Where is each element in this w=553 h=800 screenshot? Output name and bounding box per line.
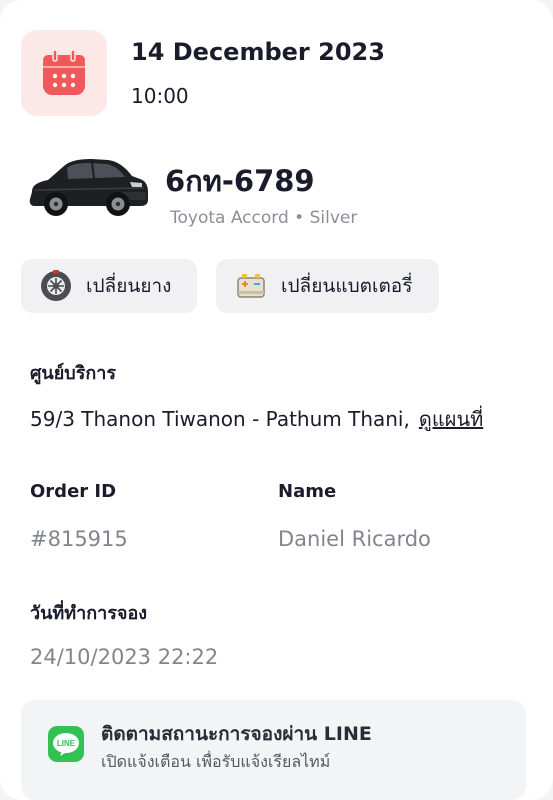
order-id-value: #815915 [30, 527, 128, 551]
booking-date-value: 24/10/2023 22:22 [30, 645, 219, 669]
service-center-address: 59/3 Thanon Tiwanon - Pathum Thani, [30, 407, 410, 431]
service-center-label: ศูนย์บริการ [30, 363, 117, 384]
view-map-link[interactable]: ดูแผนที่ [419, 407, 483, 431]
line-logo-icon: LINE [48, 726, 84, 762]
service-label: เปลี่ยนแบตเตอรี่ [281, 275, 413, 297]
line-notification-banner[interactable]: LINE ติดตามสถานะการจองผ่าน LINE เปิดแจ้ง… [21, 700, 526, 800]
booking-details-card: 14 December 2023 10:00 6กท-6789 Toyota A… [0, 0, 553, 800]
name-label: Name [278, 481, 337, 502]
service-chip-battery[interactable]: เปลี่ยนแบตเตอรี่ [216, 259, 439, 313]
appointment-date: 14 December 2023 [131, 38, 385, 66]
battery-icon [235, 270, 267, 302]
service-center-address-row: 59/3 Thanon Tiwanon - Pathum Thani, ดูแผน… [30, 403, 483, 435]
calendar-icon-tile [21, 30, 107, 116]
service-chip-tire[interactable]: เปลี่ยนยาง [21, 259, 197, 313]
tire-icon [40, 270, 72, 302]
line-banner-title: ติดตามสถานะการจองผ่าน LINE [101, 723, 372, 745]
line-logo-text: LINE [57, 739, 76, 748]
booking-date-label: วันที่ทำการจอง [30, 603, 148, 624]
name-value: Daniel Ricardo [278, 527, 431, 551]
calendar-icon [43, 49, 85, 95]
order-id-label: Order ID [30, 481, 117, 502]
line-banner-subtitle: เปิดแจ้งเตือน เพื่อรับแจ้งเรียลไทม์ [101, 752, 331, 771]
appointment-time: 10:00 [131, 84, 189, 108]
service-label: เปลี่ยนยาง [86, 275, 172, 297]
license-plate: 6กท-6789 [165, 164, 315, 198]
vehicle-description: Toyota Accord • Silver [170, 208, 358, 228]
car-image [29, 159, 149, 216]
